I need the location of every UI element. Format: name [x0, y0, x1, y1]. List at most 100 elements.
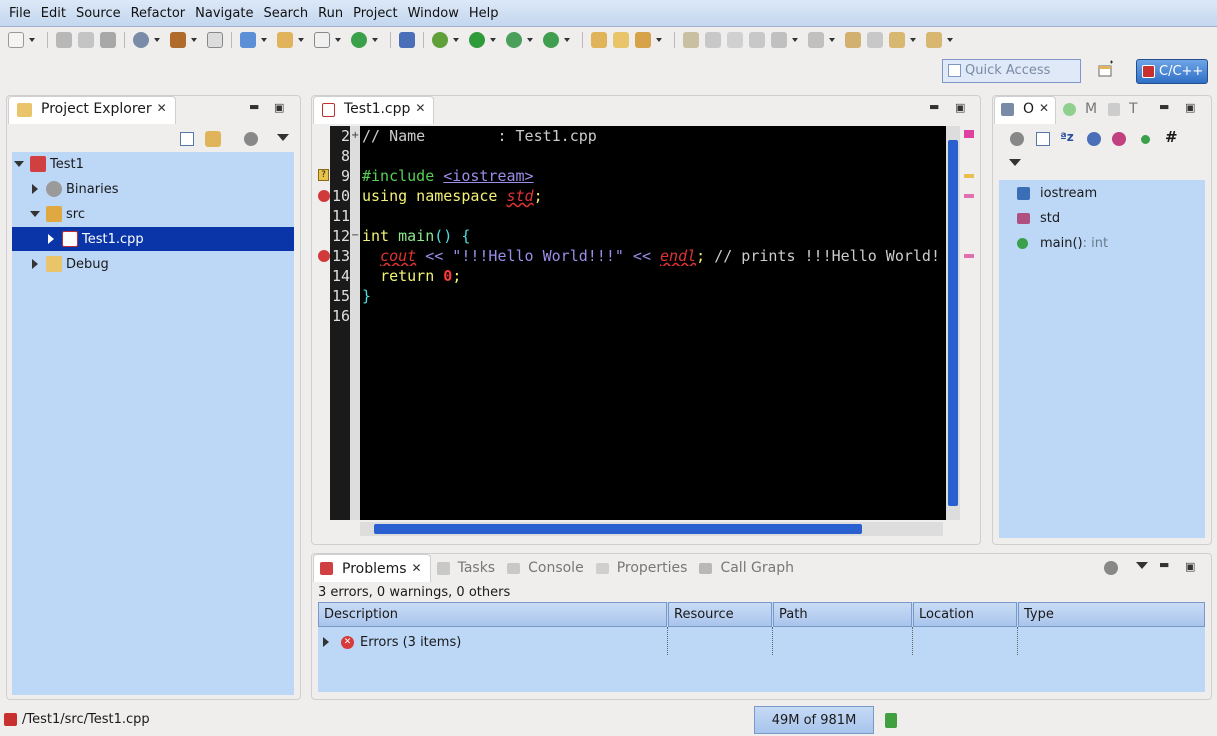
- close-icon[interactable]: ✕: [1039, 101, 1049, 115]
- menu-help[interactable]: Help: [464, 6, 504, 21]
- expand-toggle-icon[interactable]: [30, 259, 40, 269]
- tree-item-binaries[interactable]: Binaries: [12, 177, 294, 201]
- new-class-dropdown-icon[interactable]: [335, 38, 341, 42]
- search-dropdown-icon[interactable]: [656, 38, 662, 42]
- column-header-path[interactable]: Path: [773, 602, 912, 627]
- menu-source[interactable]: Source: [71, 6, 126, 21]
- minimize-icon[interactable]: ▬: [1159, 100, 1169, 113]
- minimize-icon[interactable]: ▬: [249, 100, 259, 113]
- overview-warning-mark[interactable]: [964, 174, 974, 178]
- build-dropdown-icon[interactable]: [191, 38, 197, 42]
- new-source-dropdown-icon[interactable]: [372, 38, 378, 42]
- back-arrow-icon[interactable]: [889, 32, 905, 48]
- column-header-location[interactable]: Location: [913, 602, 1017, 627]
- link-editor-icon[interactable]: [205, 131, 221, 147]
- close-icon[interactable]: ✕: [415, 101, 425, 115]
- tab-call-graph[interactable]: Call Graph: [699, 560, 794, 576]
- menu-navigate[interactable]: Navigate: [190, 6, 258, 21]
- menu-edit[interactable]: Edit: [36, 6, 71, 21]
- tree-item-test1-cpp[interactable]: Test1.cpp: [12, 227, 294, 251]
- new-folder-icon[interactable]: [277, 32, 293, 48]
- tab-make-targets[interactable]: M: [1058, 96, 1102, 124]
- menu-search[interactable]: Search: [258, 6, 313, 21]
- show-whitespace-icon[interactable]: [749, 32, 765, 48]
- warning-marker-icon[interactable]: ?: [318, 169, 329, 181]
- next-annotation-dropdown-icon[interactable]: [792, 38, 798, 42]
- run-dropdown-icon[interactable]: [490, 38, 496, 42]
- view-menu-chevron-down-icon[interactable]: [1136, 562, 1148, 569]
- save-icon[interactable]: [56, 32, 72, 48]
- tab-test1-cpp[interactable]: Test1.cpp ✕: [313, 96, 435, 124]
- expand-toggle-icon[interactable]: [14, 159, 24, 169]
- maximize-icon[interactable]: ▣: [955, 101, 965, 114]
- hide-non-public-icon[interactable]: [1141, 135, 1150, 144]
- outline-item-include[interactable]: iostream: [999, 181, 1205, 205]
- close-icon[interactable]: ✕: [412, 561, 422, 575]
- error-summary-icon[interactable]: [964, 130, 974, 138]
- vertical-scroll-thumb[interactable]: [948, 140, 958, 506]
- hide-fields-icon[interactable]: [1087, 132, 1101, 146]
- menu-window[interactable]: Window: [403, 6, 464, 21]
- open-folder-icon[interactable]: [613, 32, 629, 48]
- tab-console[interactable]: Console: [507, 560, 584, 576]
- error-marker-icon[interactable]: [318, 250, 330, 262]
- menu-run[interactable]: Run: [313, 6, 348, 21]
- view-menu-chevron-down-icon[interactable]: [277, 134, 289, 141]
- prev-annotation-icon[interactable]: [808, 32, 824, 48]
- column-header-type[interactable]: Type: [1018, 602, 1205, 627]
- filter-icon[interactable]: [1104, 561, 1118, 575]
- new-project-dropdown-icon[interactable]: [261, 38, 267, 42]
- maximize-icon[interactable]: ▣: [1185, 560, 1195, 573]
- tree-item-debug[interactable]: Debug: [12, 252, 294, 276]
- profile-icon[interactable]: [506, 32, 522, 48]
- pen-icon[interactable]: [683, 32, 699, 48]
- outline-item-function[interactable]: main() : int: [999, 231, 1205, 255]
- tab-project-explorer[interactable]: Project Explorer ✕: [8, 96, 176, 124]
- new-folder-dropdown-icon[interactable]: [298, 38, 304, 42]
- profile-dropdown-icon[interactable]: [527, 38, 533, 42]
- next-annotation-icon[interactable]: [771, 32, 787, 48]
- binary-icon[interactable]: [207, 32, 223, 48]
- table-row[interactable]: ✕ Errors (3 items): [318, 630, 1205, 654]
- close-icon[interactable]: ✕: [157, 101, 167, 115]
- tab-task-list[interactable]: T: [1103, 96, 1143, 124]
- run-icon[interactable]: [469, 32, 485, 48]
- column-header-description[interactable]: Description: [318, 602, 667, 627]
- open-type-icon[interactable]: [591, 32, 607, 48]
- forward-dropdown-icon[interactable]: [947, 38, 953, 42]
- tree-item-test1[interactable]: Test1: [12, 152, 294, 176]
- print-icon[interactable]: [100, 32, 116, 48]
- tab-tasks[interactable]: Tasks: [436, 560, 495, 576]
- menu-refactor[interactable]: Refactor: [126, 6, 191, 21]
- forward-arrow-icon[interactable]: [926, 32, 942, 48]
- prev-annotation-dropdown-icon[interactable]: [829, 38, 835, 42]
- block-selection-icon[interactable]: [727, 32, 743, 48]
- error-marker-icon[interactable]: [318, 190, 330, 202]
- save-all-icon[interactable]: [78, 32, 94, 48]
- column-header-resource[interactable]: Resource: [668, 602, 772, 627]
- pin-icon[interactable]: [867, 32, 883, 48]
- gear-icon[interactable]: [133, 32, 149, 48]
- maximize-icon[interactable]: ▣: [274, 101, 284, 114]
- skip-breakpoints-icon[interactable]: [399, 32, 415, 48]
- trash-gc-icon[interactable]: [885, 713, 897, 728]
- open-perspective-icon[interactable]: [1096, 60, 1120, 84]
- outline-item-namespace[interactable]: std: [999, 206, 1205, 230]
- new-dropdown-icon[interactable]: [29, 38, 35, 42]
- expand-toggle-icon[interactable]: [46, 234, 56, 244]
- tab-properties[interactable]: Properties: [595, 560, 687, 576]
- collapse-all-icon[interactable]: [180, 132, 194, 146]
- external-tools-icon[interactable]: [543, 32, 559, 48]
- toggle-mark-icon[interactable]: [705, 32, 721, 48]
- tab-problems[interactable]: Problems ✕: [313, 554, 431, 582]
- new-cpp-project-icon[interactable]: [240, 32, 256, 48]
- fold-expand-icon[interactable]: +: [351, 130, 359, 141]
- maximize-icon[interactable]: ▣: [1185, 101, 1195, 114]
- overview-error-mark[interactable]: [964, 194, 974, 198]
- heap-status[interactable]: 49M of 981M: [754, 706, 874, 734]
- minimize-icon[interactable]: ▬: [1159, 558, 1169, 571]
- horizontal-scroll-thumb[interactable]: [374, 524, 862, 534]
- hide-static-icon[interactable]: [1112, 132, 1126, 146]
- build-hammer-icon[interactable]: [170, 32, 186, 48]
- fold-collapse-icon[interactable]: −: [351, 230, 359, 241]
